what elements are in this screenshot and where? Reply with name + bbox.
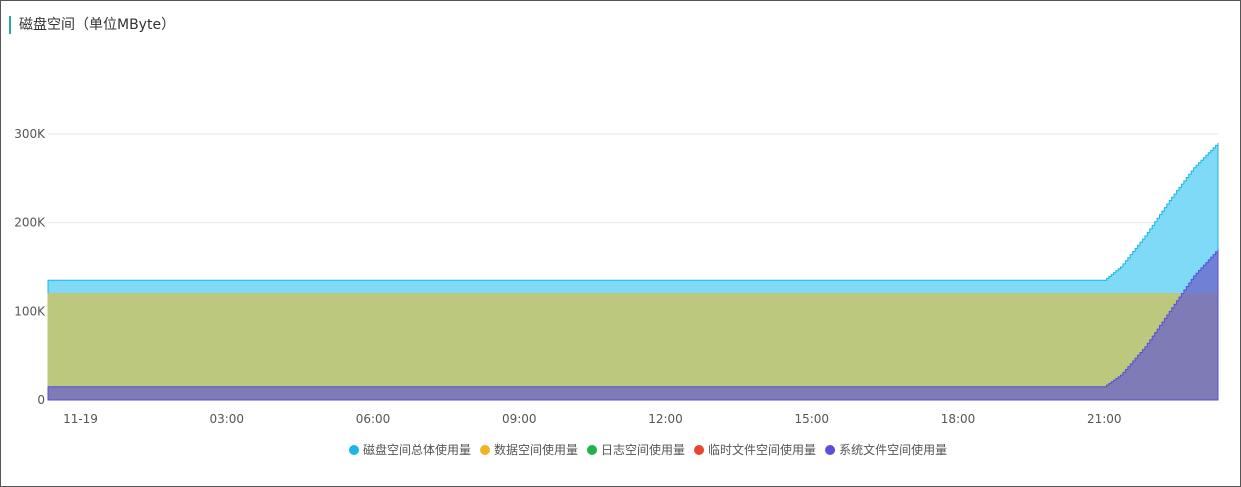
x-tick-label: 12:00 (648, 412, 683, 426)
legend-item[interactable]: 系统文件空间使用量 (825, 442, 947, 457)
x-tick-label: 11-19 (63, 412, 98, 426)
legend-marker (349, 445, 359, 455)
legend-label: 磁盘空间总体使用量 (363, 442, 471, 457)
legend-item[interactable]: 日志空间使用量 (587, 442, 685, 457)
legend-item[interactable]: 临时文件空间使用量 (694, 442, 816, 457)
legend-label: 系统文件空间使用量 (839, 442, 947, 457)
x-tick-label: 15:00 (794, 412, 829, 426)
x-tick-label: 18:00 (941, 412, 976, 426)
x-tick-label: 21:00 (1087, 412, 1122, 426)
legend-label: 临时文件空间使用量 (708, 442, 816, 457)
y-tick-label: 100K (14, 304, 46, 318)
y-tick-label: 300K (14, 127, 46, 141)
legend-item[interactable]: 数据空间使用量 (480, 442, 578, 457)
y-tick-label: 200K (14, 216, 46, 230)
x-tick-label: 09:00 (502, 412, 537, 426)
legend-label: 日志空间使用量 (601, 442, 685, 457)
legend-marker (825, 445, 836, 455)
x-tick-label: 03:00 (209, 412, 244, 426)
legend-marker (480, 445, 491, 455)
legend-label: 数据空间使用量 (494, 442, 578, 457)
y-tick-label: 0 (37, 393, 45, 407)
legend-marker (694, 445, 705, 455)
disk-space-chart: 0 100K 200K 300K 11-19 03:00 06:00 09:00 12:00 15… (14, 127, 1219, 457)
legend-marker (587, 445, 598, 455)
series-area-2 (47, 293, 1219, 401)
x-tick-label: 06:00 (356, 412, 391, 426)
legend-item[interactable]: 磁盘空间总体使用量 (349, 442, 471, 457)
